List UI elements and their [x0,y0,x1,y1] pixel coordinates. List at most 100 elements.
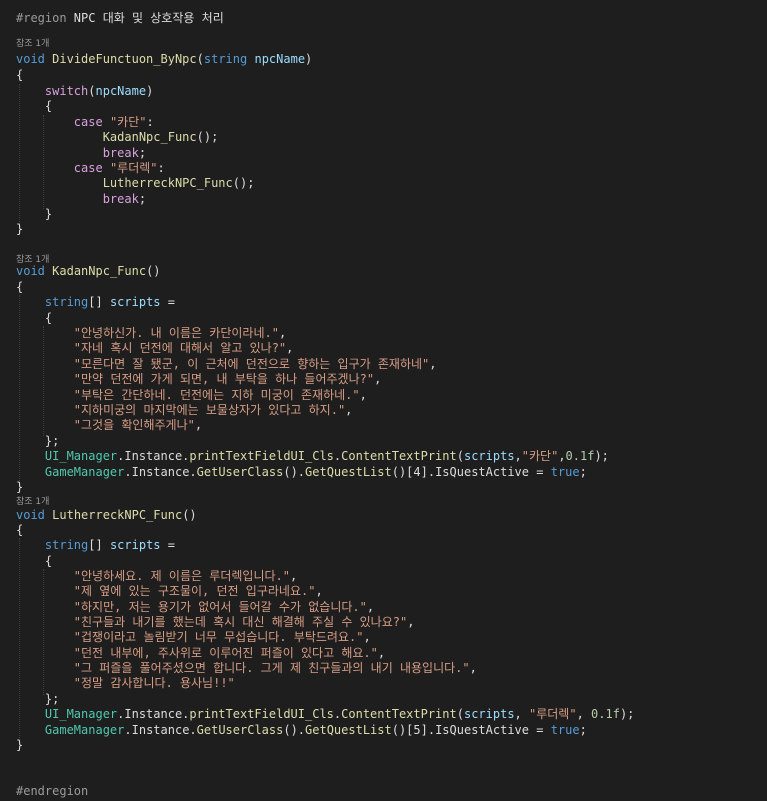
code-text-token: () [146,264,161,278]
code-text-token: , [469,661,477,675]
code-text-token: , [359,388,367,402]
code-line: "하지만, 저는 용기가 없어서 들어갈 수가 없습니다.", [16,599,374,615]
code-line: "겁쟁이라고 놀림받기 너무 무섭습니다. 부탁드려요.", [16,629,371,645]
code-line: "자네 혹시 던전에 대해서 알고 있나?", [16,340,294,356]
method-name-token: KadanNpc_Func [52,264,147,278]
string-literal-token: "카단" [109,115,147,129]
code-text-token: NPC 대화 및 상호작용 처리 [73,11,224,25]
code-text-token: , [514,707,529,721]
string-literal-token: "던전 내부에, 주사위로 이루어진 퍼즐이 있다고 해요." [73,646,378,660]
code-text-token: { [16,68,24,82]
code-text-token: ()[4].IsQuestActive = [391,465,551,479]
code-line: "제 옆에 있는 구조물이, 던전 입구라네요.", [16,583,323,599]
string-literal-token: "겁쟁이라고 놀림받기 너무 무섭습니다. 부탁드려요." [73,630,364,644]
code-line: case "루더렉": [16,160,165,176]
preprocessor-directive-token: #endregion [16,784,89,798]
code-text-token: ; [138,146,147,160]
type-name-token: GameManager [44,465,125,479]
control-keyword-token: switch [44,84,89,98]
type-name-token: UI_Manager [44,707,118,721]
code-editor[interactable]: #region NPC 대화 및 상호작용 처리 참조 1개 void Divide… [0,0,767,801]
code-line: { [16,310,52,326]
code-text-token: .Instance. [124,723,197,737]
code-text-token: ( [196,52,204,66]
method-name-token: printTextFieldUI_Cls [189,707,334,721]
code-text-token: [] [88,538,110,552]
identifier-token: npcName [254,52,306,66]
code-text-token: , [286,341,294,355]
string-literal-token: "안녕하신가. 내 이름은 카단이라네." [73,326,279,340]
type-name-token: GameManager [44,723,125,737]
code-text-token: } [16,222,24,236]
code-text-token: } [16,738,24,752]
code-text-token: (); [232,176,255,190]
keyword-token: string [44,538,89,552]
method-name-token: DivideFunctuon_ByNpc [52,52,197,66]
control-keyword-token: break [102,192,139,206]
code-line: "안녕하세요. 제 이름은 루더렉입니다.", [16,568,297,584]
code-text-token: [] [88,295,110,309]
code-text-token: { [16,523,24,537]
code-text-token: , [289,569,298,583]
number-literal-token: 0.1f [591,707,620,721]
codelens-row[interactable]: 참조 1개 [16,492,49,508]
code-line: void KadanNpc_Func() [16,263,161,279]
control-keyword-token: case [73,115,103,129]
code-line: void LutherreckNPC_Func() [16,507,197,523]
code-line: "안녕하신가. 내 이름은 카단이라네.", [16,325,286,341]
code-text-token: ) [146,84,154,98]
code-text-token: ; [579,465,587,479]
identifier-token: npcName [95,84,147,98]
code-text-token: = [160,538,175,552]
code-line: break; [16,145,146,161]
method-name-token: ContentTextPrint [341,449,457,463]
string-literal-token: "그것을 확인해주게나" [73,418,195,432]
code-text-token: = [160,295,175,309]
code-line: "부탁은 간단하네. 던전에는 지하 미궁이 존재하네.", [16,387,367,403]
method-name-token: printTextFieldUI_Cls [189,449,334,463]
code-text-token: , [407,615,415,629]
keyword-token: string [203,52,248,66]
code-text-token: (). [283,465,306,479]
string-literal-token: "하지만, 저는 용기가 없어서 들어갈 수가 없습니다." [73,600,367,614]
code-line: switch(npcName) [16,83,153,99]
code-text-token: ); [619,707,635,721]
code-line: "만약 던전에 가게 되면, 내 부탁을 하나 들어주겠나?", [16,371,382,387]
code-text-token: , [576,707,592,721]
codelens-row[interactable]: 참조 1개 [16,34,49,50]
code-line: { [16,279,23,295]
code-line: GameManager.Instance.GetUserClass().GetQ… [16,464,587,480]
control-keyword-token: case [73,161,103,175]
code-line: break; [16,191,146,207]
code-line: string[] scripts = [16,537,175,553]
code-text-token: , [429,357,437,371]
code-text-token: }; [16,434,60,448]
preprocessor-directive-token: #region [16,11,74,25]
code-text-token: , [366,600,375,614]
code-text-token: ) [305,52,313,66]
code-text-token: } [16,207,53,221]
code-line: }; [16,433,59,449]
string-literal-token: "제 옆에 있는 구조물이, 던전 입구라네요." [73,584,316,598]
keyword-token: true [550,465,580,479]
code-text-token: ( [456,449,464,463]
method-name-token: GetQuestList [305,723,392,737]
string-literal-token: "그 퍼즐을 풀어주셨으면 합니다. 그게 제 친구들과의 내기 내용입니다." [73,661,470,675]
code-text-token: { [16,99,53,113]
